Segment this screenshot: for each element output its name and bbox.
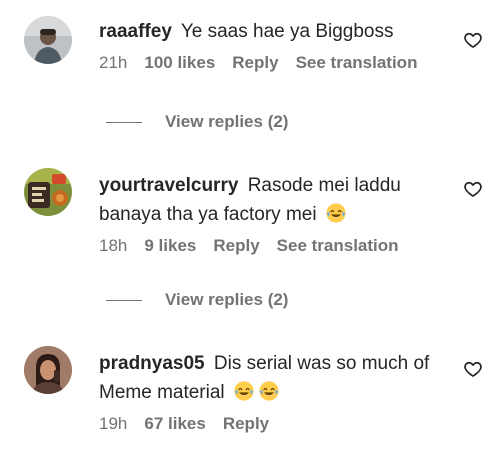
reply-button[interactable]: Reply [232, 53, 278, 73]
view-replies-label: View replies (2) [165, 290, 289, 309]
reply-button[interactable]: Reply [223, 414, 269, 434]
comment-time[interactable]: 19h [99, 414, 127, 434]
face-with-tears-of-joy-icon [233, 380, 255, 402]
view-replies-button[interactable]: View replies (2) [106, 112, 288, 132]
comment-time[interactable]: 21h [99, 53, 127, 73]
comment-username[interactable]: pradnyas05 [99, 353, 205, 374]
comment-text: pradnyas05 Dis serial was so much of Mem… [99, 349, 439, 407]
view-replies-label: View replies (2) [165, 112, 289, 131]
comment-meta: 18h 9 likes Reply See translation [99, 236, 439, 256]
heart-outline-icon[interactable] [463, 30, 483, 50]
comment-meta: 21h 100 likes Reply See translation [99, 53, 439, 73]
heart-outline-icon[interactable] [463, 179, 483, 199]
comment-time[interactable]: 18h [99, 236, 127, 256]
see-translation-button[interactable]: See translation [277, 236, 399, 256]
face-with-tears-of-joy-icon [325, 202, 347, 224]
reply-button[interactable]: Reply [213, 236, 259, 256]
comment-text: yourtravelcurry Rasode mei laddu banaya … [99, 171, 439, 229]
comment-body: Ye saas hae ya Biggboss [180, 21, 394, 42]
view-replies-button[interactable]: View replies (2) [106, 290, 288, 310]
avatar[interactable] [24, 16, 72, 64]
replies-divider [106, 121, 142, 123]
comment-likes[interactable]: 9 likes [144, 236, 196, 256]
avatar[interactable] [24, 346, 72, 394]
see-translation-button[interactable]: See translation [296, 53, 418, 73]
comment-username[interactable]: yourtravelcurry [99, 175, 238, 196]
comment-likes[interactable]: 67 likes [144, 414, 205, 434]
avatar[interactable] [24, 168, 72, 216]
replies-divider [106, 299, 142, 301]
comment-username[interactable]: raaaffey [99, 21, 172, 42]
comment-likes[interactable]: 100 likes [144, 53, 215, 73]
face-with-tears-of-joy-icon [258, 380, 280, 402]
heart-outline-icon[interactable] [463, 359, 483, 379]
comment-text: raaaffey Ye saas hae ya Biggboss [99, 17, 439, 46]
comment-meta: 19h 67 likes Reply [99, 414, 439, 434]
